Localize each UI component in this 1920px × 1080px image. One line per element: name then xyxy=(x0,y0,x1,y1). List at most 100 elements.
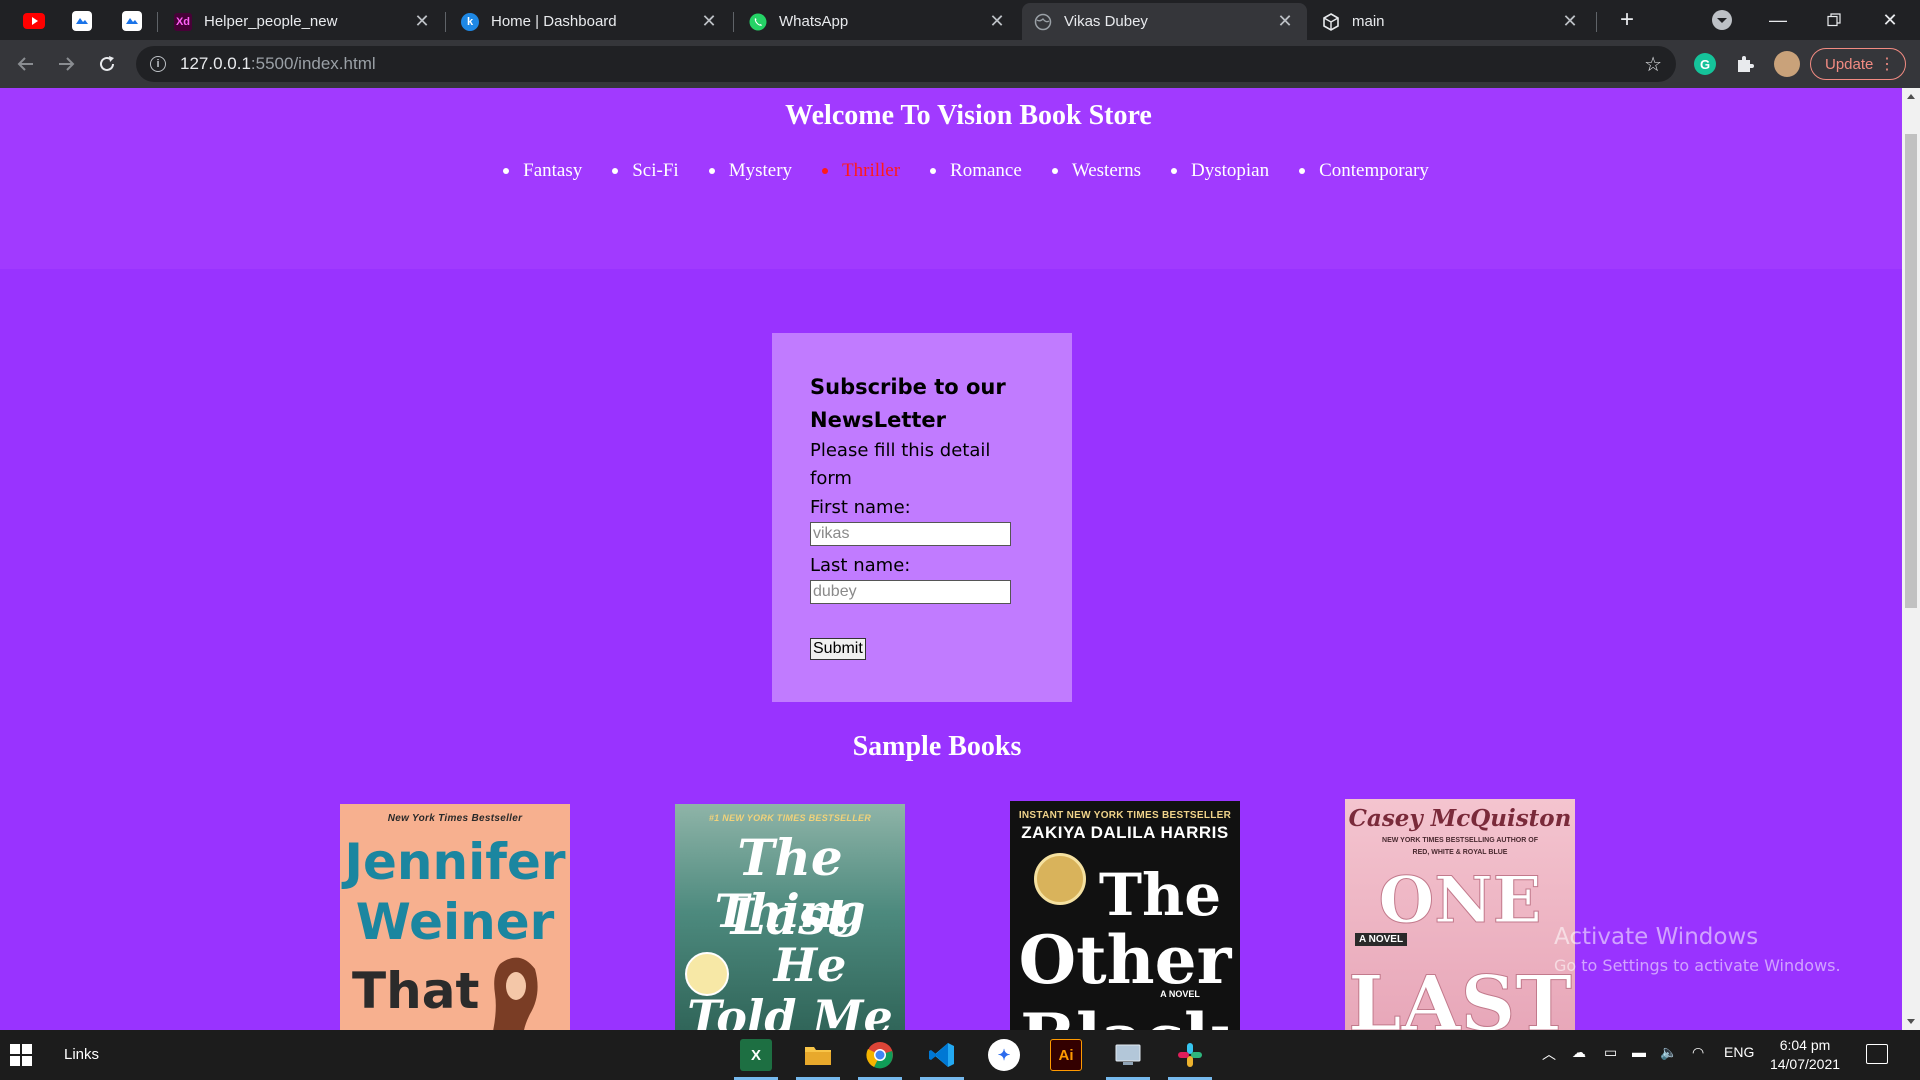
extensions-puzzle-icon[interactable] xyxy=(1734,53,1756,75)
tab-title: Vikas Dubey xyxy=(1064,13,1148,30)
k-logo-icon: k xyxy=(461,12,479,31)
notification-center-icon[interactable] xyxy=(1866,1044,1888,1064)
site-info-icon[interactable]: i xyxy=(150,56,166,72)
tab-title: Home | Dashboard xyxy=(491,13,617,30)
book-tagline: RED, WHITE & ROYAL BLUE xyxy=(1412,849,1508,856)
submit-button[interactable]: Submit xyxy=(810,638,866,660)
close-tab-icon[interactable]: ✕ xyxy=(1275,11,1295,32)
book-club-seal-icon xyxy=(685,952,729,996)
illustrator-icon[interactable]: Ai xyxy=(1050,1039,1082,1071)
genre-nav: Fantasy Sci-Fi Mystery Thriller Romance … xyxy=(0,160,1902,182)
book-title: Other xyxy=(1018,921,1232,999)
whatsapp-icon xyxy=(749,13,767,31)
cloud-app-icon[interactable] xyxy=(112,6,152,36)
book-cover[interactable]: #1 NEW YORK TIMES BESTSELLER The Last Th… xyxy=(675,804,905,1030)
tab-main[interactable]: main ✕ xyxy=(1310,3,1592,40)
cloud-app-icon[interactable] xyxy=(62,6,102,36)
tab-home-dashboard[interactable]: k Home | Dashboard ✕ xyxy=(449,3,731,40)
newsletter-heading: Subscribe to our NewsLetter xyxy=(810,375,1006,432)
restore-icon[interactable] xyxy=(1806,0,1862,40)
scroll-down-icon[interactable] xyxy=(1907,1019,1915,1024)
language-indicator[interactable]: ENG xyxy=(1724,1044,1754,1060)
tablet-icon[interactable]: ▭ xyxy=(1604,1044,1617,1061)
links-toolbar[interactable]: Links xyxy=(64,1046,99,1063)
book-author: Jennifer xyxy=(344,833,566,891)
nav-item-westerns[interactable]: Westerns xyxy=(1052,160,1141,182)
tab-helper-people-new[interactable]: Xd Helper_people_new ✕ xyxy=(162,3,444,40)
book-tagline: INSTANT NEW YORK TIMES BESTSELLER xyxy=(1018,810,1232,821)
first-name-input[interactable] xyxy=(810,522,1011,546)
last-name-input[interactable] xyxy=(810,580,1011,604)
vscode-icon[interactable] xyxy=(926,1039,958,1071)
battery-icon[interactable]: ▬ xyxy=(1632,1044,1646,1060)
nav-item-sci-fi[interactable]: Sci-Fi xyxy=(612,160,678,182)
page-viewport: Welcome To Vision Book Store Fantasy Sci… xyxy=(0,88,1902,1030)
update-button[interactable]: Update ⋮ xyxy=(1810,48,1906,80)
windows-taskbar: Links X ✦ Ai ︿ ☁ ▭ ▬ 🔈 ◠ ENG 6:04 pm 14/… xyxy=(0,1030,1920,1080)
book-title: The xyxy=(1098,861,1222,929)
excel-icon[interactable]: X xyxy=(740,1039,772,1071)
minimize-icon[interactable]: — xyxy=(1750,0,1806,40)
book-cover[interactable]: INSTANT NEW YORK TIMES BESTSELLER ZAKIYA… xyxy=(1010,801,1240,1030)
scroll-up-icon[interactable] xyxy=(1907,94,1915,99)
nav-item-romance[interactable]: Romance xyxy=(930,160,1022,182)
onedrive-icon[interactable]: ☁ xyxy=(1572,1044,1586,1061)
book-author: Casey McQuiston xyxy=(1348,805,1572,832)
book-title: ONE xyxy=(1378,863,1542,939)
codesandbox-icon xyxy=(1322,12,1340,31)
tab-vikas-dubey[interactable]: Vikas Dubey ✕ xyxy=(1022,3,1307,40)
slack-icon[interactable] xyxy=(1174,1039,1206,1071)
page-scrollbar[interactable] xyxy=(1902,88,1920,1030)
nav-item-contemporary[interactable]: Contemporary xyxy=(1299,160,1429,182)
youtube-icon[interactable] xyxy=(14,6,54,36)
show-hidden-icons-icon[interactable]: ︿ xyxy=(1542,1044,1556,1064)
profile-avatar-icon[interactable] xyxy=(1774,51,1800,77)
back-icon[interactable] xyxy=(10,48,42,80)
woman-illustration-icon xyxy=(493,957,538,1030)
close-window-icon[interactable]: ✕ xyxy=(1862,0,1918,40)
watermark-subtitle: Go to Settings to activate Windows. xyxy=(1554,956,1841,975)
scrollbar-thumb[interactable] xyxy=(1905,134,1917,608)
signal-icon[interactable]: ✦ xyxy=(988,1039,1020,1071)
book-title: LAST xyxy=(1348,959,1573,1031)
last-name-label: Last name: xyxy=(810,555,911,576)
new-tab-icon[interactable]: + xyxy=(1612,6,1642,36)
chrome-icon[interactable] xyxy=(864,1039,896,1071)
close-tab-icon[interactable]: ✕ xyxy=(1560,11,1580,32)
forward-icon[interactable] xyxy=(50,48,82,80)
browser-tab-strip: Xd Helper_people_new ✕ k Home | Dashboar… xyxy=(0,0,1920,40)
book-tagline: NEW YORK TIMES BESTSELLING AUTHOR OF xyxy=(1382,837,1538,844)
clock-time: 6:04 pm xyxy=(1779,1037,1831,1053)
nav-item-dystopian[interactable]: Dystopian xyxy=(1171,160,1269,182)
book-title: Thing xyxy=(714,884,866,938)
update-label: Update xyxy=(1825,55,1874,73)
close-tab-icon[interactable]: ✕ xyxy=(987,11,1007,32)
kebab-menu-icon[interactable]: ⋮ xyxy=(1879,54,1895,74)
tab-search-icon[interactable] xyxy=(1712,10,1732,30)
address-bar[interactable]: i 127.0.0.1:5500/index.html ☆ xyxy=(136,46,1676,82)
system-clock[interactable]: 6:04 pm 14/07/2021 xyxy=(1768,1036,1842,1074)
browser-toolbar: i 127.0.0.1:5500/index.html ☆ G Update ⋮ xyxy=(0,40,1920,88)
url-host: 127.0.0.1 xyxy=(180,54,251,73)
remote-desktop-icon[interactable] xyxy=(1112,1039,1144,1071)
bookmark-star-icon[interactable]: ☆ xyxy=(1644,52,1662,77)
nav-item-thriller[interactable]: Thriller xyxy=(822,160,900,182)
wifi-icon[interactable]: ◠ xyxy=(1692,1044,1704,1061)
close-tab-icon[interactable]: ✕ xyxy=(412,11,432,32)
tab-title: WhatsApp xyxy=(779,13,849,30)
grammarly-icon[interactable]: G xyxy=(1694,53,1716,75)
globe-icon xyxy=(1034,13,1052,31)
nav-item-mystery[interactable]: Mystery xyxy=(709,160,792,182)
tab-title: Helper_people_new xyxy=(204,13,338,30)
book-cover[interactable]: New York Times Bestseller Jennifer Weine… xyxy=(340,804,570,1030)
volume-icon[interactable]: 🔈 xyxy=(1660,1044,1677,1061)
book-title: Black xyxy=(1010,999,1240,1030)
book-cover[interactable]: Casey McQuiston NEW YORK TIMES BESTSELLI… xyxy=(1345,799,1575,1030)
reload-icon[interactable] xyxy=(91,48,123,80)
newsletter-intro: Please fill this detail form xyxy=(810,440,991,489)
file-explorer-icon[interactable] xyxy=(802,1039,834,1071)
close-tab-icon[interactable]: ✕ xyxy=(699,11,719,32)
nav-item-fantasy[interactable]: Fantasy xyxy=(503,160,582,182)
windows-start-icon[interactable] xyxy=(10,1044,32,1066)
tab-whatsapp[interactable]: WhatsApp ✕ xyxy=(737,3,1019,40)
